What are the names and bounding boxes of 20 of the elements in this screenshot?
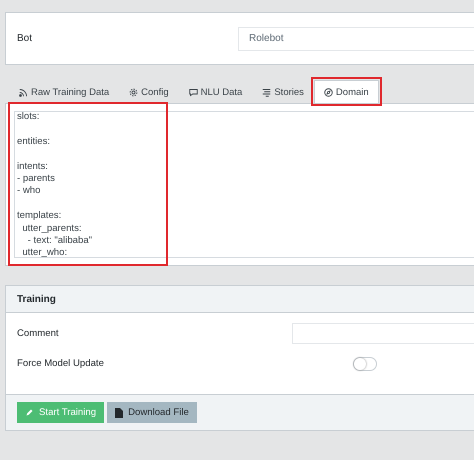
pencil-icon — [25, 408, 34, 417]
gear-icon — [129, 88, 138, 96]
file-icon — [115, 408, 124, 418]
toggle-switch[interactable] — [353, 356, 377, 370]
download-button[interactable]: Download File — [107, 402, 197, 423]
field-label: Comment — [17, 328, 60, 339]
bot-label: Bot — [17, 33, 34, 44]
stack-icon — [262, 88, 272, 96]
tab[interactable]: Raw Training Data — [9, 80, 120, 103]
card-title: Training — [17, 294, 56, 304]
compass-icon — [324, 88, 333, 96]
feed-icon — [19, 88, 28, 96]
chat-icon — [188, 88, 198, 96]
field-label: Force Model Update — [17, 358, 105, 369]
tab[interactable]: Domain — [314, 80, 379, 103]
tab[interactable]: Stories — [252, 80, 314, 103]
comment-field[interactable] — [292, 323, 474, 344]
bot-field[interactable]: Rolebot — [238, 26, 474, 50]
tab[interactable]: NLU Data — [178, 80, 252, 103]
tab[interactable]: Config — [119, 80, 179, 103]
